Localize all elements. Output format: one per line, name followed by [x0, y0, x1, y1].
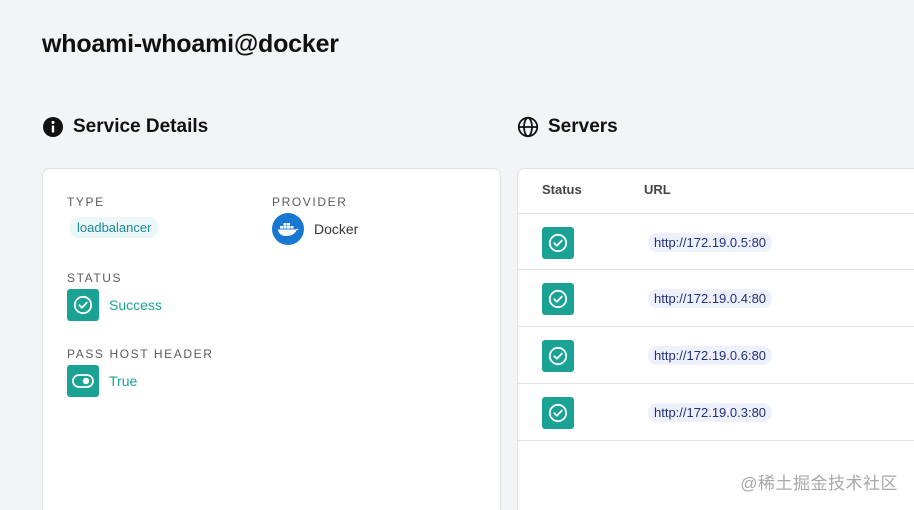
success-status-icon — [67, 289, 99, 321]
service-details-title: Service Details — [73, 116, 209, 137]
server-url[interactable]: http://172.19.0.3:80 — [648, 403, 773, 422]
provider-name: Docker — [314, 221, 359, 237]
pass-host-header-value: True — [109, 373, 138, 389]
url-column-header: URL — [644, 182, 671, 197]
success-status-icon — [542, 283, 574, 315]
info-circle-icon — [42, 116, 64, 138]
table-row: http://172.19.0.5:80 — [518, 213, 914, 270]
table-row: http://172.19.0.6:80 — [518, 327, 914, 384]
service-details-card: TYPE loadbalancer PROVIDER Docker STATUS… — [42, 168, 501, 510]
watermark: @稀土掘金技术社区 — [740, 474, 898, 493]
provider-label: PROVIDER — [272, 195, 348, 209]
server-url[interactable]: http://172.19.0.5:80 — [648, 233, 773, 252]
table-row: http://172.19.0.4:80 — [518, 270, 914, 327]
type-label: TYPE — [67, 195, 105, 209]
success-status-icon — [542, 397, 574, 429]
servers-card: Status URL http://172.19.0.5:80 http://1… — [517, 168, 914, 510]
server-url[interactable]: http://172.19.0.6:80 — [648, 346, 773, 365]
success-status-icon — [542, 340, 574, 372]
servers-table: http://172.19.0.5:80 http://172.19.0.4:8… — [518, 213, 914, 441]
status-label: STATUS — [67, 271, 123, 285]
toggle-on-icon — [67, 365, 99, 397]
page-title: whoami-whoami@docker — [42, 30, 339, 58]
success-status-icon — [542, 227, 574, 259]
type-chip: loadbalancer — [70, 217, 159, 238]
servers-title: Servers — [548, 116, 618, 137]
docker-whale-icon — [272, 213, 304, 245]
status-value: Success — [109, 297, 162, 313]
server-url[interactable]: http://172.19.0.4:80 — [648, 289, 773, 308]
service-details-heading: Service Details — [42, 116, 208, 138]
status-column-header: Status — [542, 182, 582, 197]
globe-icon — [517, 116, 539, 138]
pass-host-header-label: PASS HOST HEADER — [67, 347, 214, 361]
table-row: http://172.19.0.3:80 — [518, 384, 914, 441]
servers-heading: Servers — [517, 116, 618, 138]
